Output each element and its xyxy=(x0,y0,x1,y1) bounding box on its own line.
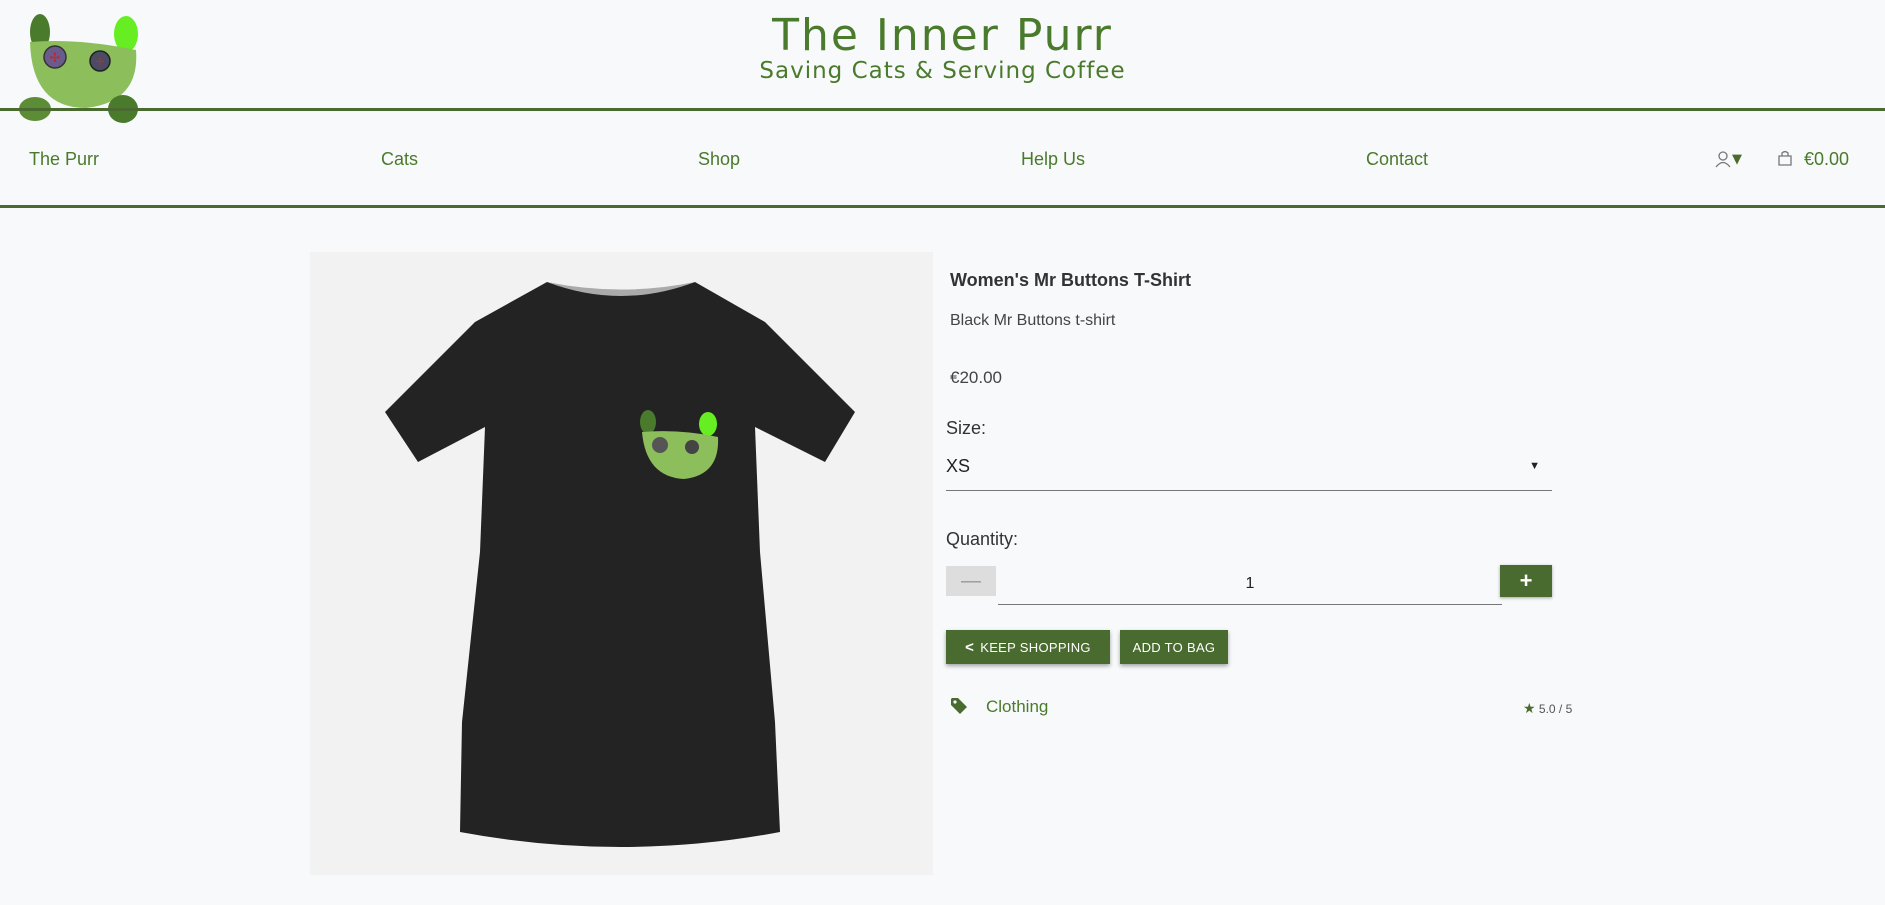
add-to-bag-label: ADD TO BAG xyxy=(1132,639,1216,655)
chevron-left-icon: < xyxy=(965,638,975,656)
nav-item-cats[interactable]: Cats xyxy=(381,149,418,170)
product-rating: ★ 5.0 / 5 xyxy=(1523,700,1572,717)
dropdown-arrow-icon: ▼ xyxy=(1529,460,1540,472)
account-menu[interactable]: ▼ xyxy=(1714,148,1742,168)
rating-value: 5.0 / 5 xyxy=(1538,702,1573,716)
nav-item-shop[interactable]: Shop xyxy=(698,149,740,170)
nav-item-help-us[interactable]: Help Us xyxy=(1021,149,1085,170)
keep-shopping-label: KEEP SHOPPING xyxy=(980,639,1091,655)
keep-shopping-button[interactable]: < KEEP SHOPPING xyxy=(946,630,1110,664)
size-select[interactable]: XS ▼ xyxy=(946,450,1552,491)
quantity-input[interactable] xyxy=(998,564,1502,605)
size-selected-value: XS xyxy=(946,456,971,476)
site-title: The Inner Purr xyxy=(772,10,1113,61)
product-image xyxy=(310,252,933,875)
tshirt-image xyxy=(385,282,855,847)
add-to-bag-button[interactable]: ADD TO BAG xyxy=(1120,630,1228,664)
quantity-increment-button[interactable]: + xyxy=(1500,565,1552,597)
nav-divider xyxy=(0,205,1885,208)
main-nav xyxy=(0,111,1885,205)
bag-total[interactable]: €0.00 xyxy=(1804,149,1849,170)
product-price: €20.00 xyxy=(950,368,1002,387)
quantity-decrement-button[interactable]: — xyxy=(946,566,996,596)
minus-icon: — xyxy=(961,570,981,592)
star-icon: ★ xyxy=(1523,700,1536,716)
plus-icon: + xyxy=(1519,568,1533,593)
product-description: Black Mr Buttons t-shirt xyxy=(950,312,1116,329)
product-title: Women's Mr Buttons T-Shirt xyxy=(950,270,1191,290)
size-label: Size: xyxy=(946,418,987,438)
user-icon xyxy=(1715,150,1731,167)
tag-icon xyxy=(951,698,967,714)
nav-item-contact[interactable]: Contact xyxy=(1366,149,1428,170)
site-header: ✢ ✢ The Inner Purr Saving Cats & Serving… xyxy=(0,0,1885,123)
category-link[interactable]: Clothing xyxy=(986,697,1048,717)
quantity-label: Quantity: xyxy=(946,529,1019,549)
shopping-bag-icon[interactable] xyxy=(1776,149,1794,167)
chevron-down-icon: ▼ xyxy=(1732,152,1742,167)
nav-item-the-purr[interactable]: The Purr xyxy=(29,149,99,170)
site-subtitle: Saving Cats & Serving Coffee xyxy=(759,58,1126,84)
